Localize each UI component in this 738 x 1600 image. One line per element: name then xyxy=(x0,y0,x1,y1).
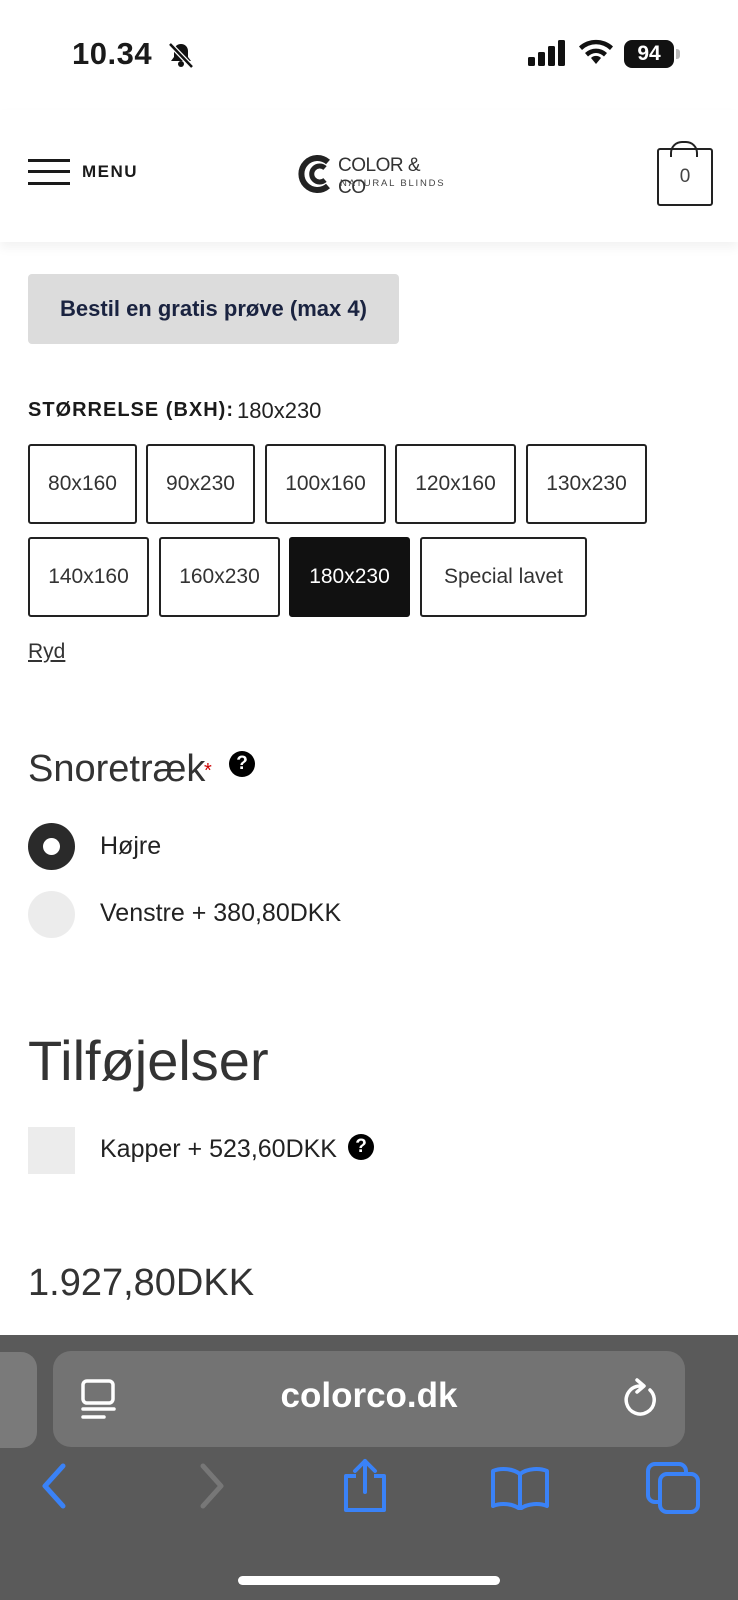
size-option[interactable]: 120x160 xyxy=(395,444,516,524)
menu-label: MENU xyxy=(82,162,139,181)
clear-selection-link[interactable]: Ryd xyxy=(28,640,65,664)
wifi-icon xyxy=(579,39,613,64)
battery-cap xyxy=(676,49,680,59)
battery-indicator: 94 xyxy=(624,40,674,68)
help-icon[interactable]: ? xyxy=(348,1134,374,1160)
size-option[interactable]: 80x160 xyxy=(28,444,137,524)
radio-left[interactable] xyxy=(28,891,75,938)
status-time: 10.34 xyxy=(72,36,153,71)
reload-icon[interactable] xyxy=(620,1376,660,1420)
addons-section-title: Tilføjelser xyxy=(28,1029,269,1092)
radio-left-label[interactable]: Venstre + 380,80DKK xyxy=(100,899,341,928)
size-label: STØRRELSE (BXH): xyxy=(28,399,234,421)
back-icon[interactable] xyxy=(38,1462,70,1510)
site-logo[interactable]: COLOR & CO NATURAL BLINDS xyxy=(298,152,448,198)
signal-icon xyxy=(528,40,565,66)
valance-checkbox[interactable] xyxy=(28,1127,75,1174)
logo-name: COLOR & CO xyxy=(338,155,421,198)
size-option[interactable]: 160x230 xyxy=(159,537,280,617)
total-price: 1.927,80DKK xyxy=(28,1262,255,1304)
size-selected-value: 180x230 xyxy=(237,398,322,423)
menu-button[interactable]: MENU xyxy=(28,158,138,186)
size-option[interactable]: 130x230 xyxy=(526,444,647,524)
cart-button[interactable]: 0 xyxy=(657,148,713,206)
forward-icon[interactable] xyxy=(196,1462,228,1510)
share-icon[interactable] xyxy=(340,1458,390,1514)
help-icon[interactable]: ? xyxy=(229,751,255,777)
size-option[interactable]: 100x160 xyxy=(265,444,386,524)
size-option-selected[interactable]: 180x230 xyxy=(289,537,410,617)
logo-mark-icon xyxy=(298,155,330,193)
size-option[interactable]: 90x230 xyxy=(146,444,255,524)
status-bar: 10.34 94 xyxy=(0,0,738,110)
tabs-icon[interactable] xyxy=(646,1462,702,1514)
free-sample-button[interactable]: Bestil en gratis prøve (max 4) xyxy=(28,274,399,344)
size-option[interactable]: Special lavet xyxy=(420,537,587,617)
required-marker: * xyxy=(204,760,212,782)
cord-section-title: Snoretræk xyxy=(28,748,206,790)
hamburger-icon xyxy=(28,158,70,186)
radio-right[interactable] xyxy=(28,823,75,870)
bell-muted-icon xyxy=(168,42,194,69)
size-option[interactable]: 140x160 xyxy=(28,537,149,617)
logo-tagline: NATURAL BLINDS xyxy=(340,178,446,189)
home-indicator[interactable] xyxy=(238,1576,500,1585)
radio-right-label[interactable]: Højre xyxy=(100,832,161,861)
valance-label[interactable]: Kapper + 523,60DKK xyxy=(100,1135,337,1164)
bookmarks-icon[interactable] xyxy=(490,1466,550,1510)
